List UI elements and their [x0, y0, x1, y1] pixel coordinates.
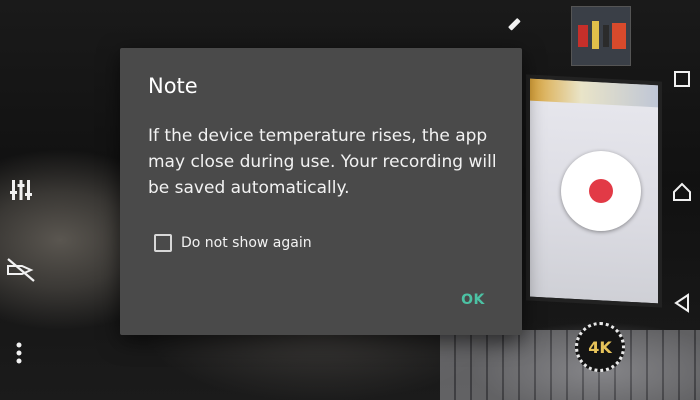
record-dot-icon [589, 179, 613, 203]
equalizer-settings-icon[interactable] [6, 175, 36, 205]
thumbnail-object [603, 25, 609, 47]
note-dialog: Note If the device temperature rises, th… [120, 48, 522, 335]
do-not-show-again-row[interactable]: Do not show again [154, 234, 312, 252]
resolution-badge-label: 4K [588, 337, 612, 357]
resolution-4k-badge[interactable]: 4K [575, 322, 625, 372]
dialog-message: If the device temperature rises, the app… [148, 126, 497, 198]
flash-off-icon[interactable] [4, 255, 38, 285]
more-vert-icon[interactable] [8, 338, 30, 368]
home-icon[interactable] [670, 180, 694, 204]
thumbnail-object [592, 21, 599, 49]
record-button[interactable] [561, 151, 641, 231]
background-laptop-toolbar [530, 78, 658, 108]
thumbnail-object [578, 25, 588, 47]
background-laptop-keyboard [440, 330, 700, 400]
back-triangle-icon[interactable] [670, 291, 694, 315]
recents-square-icon[interactable] [670, 67, 694, 91]
dialog-title: Note [148, 74, 198, 98]
gallery-thumbnail[interactable] [571, 6, 631, 66]
pen-icon[interactable] [500, 12, 526, 38]
thumbnail-object [612, 23, 626, 49]
checkbox-label[interactable]: Do not show again [181, 235, 312, 251]
do-not-show-again-checkbox[interactable] [154, 234, 172, 252]
ok-button[interactable]: OK [452, 286, 494, 314]
